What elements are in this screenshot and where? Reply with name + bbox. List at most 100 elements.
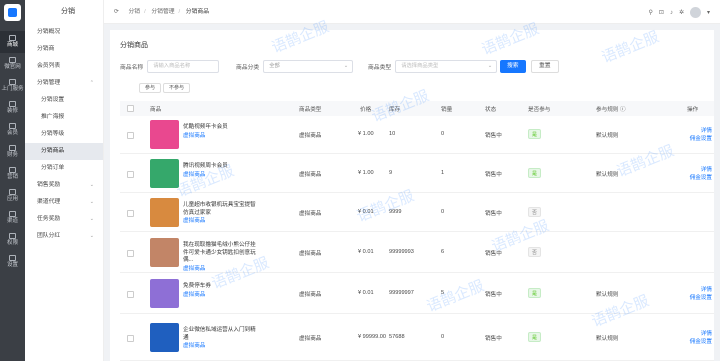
sidebar-item[interactable]: 分销商 — [25, 41, 103, 58]
product-type: 虚拟商品 — [299, 292, 322, 298]
sidebar-item[interactable]: 分销管理 ⌃ — [25, 75, 103, 92]
sidebar-item-label: 会员列表 — [37, 63, 61, 69]
detail-link[interactable]: 详情 — [667, 330, 712, 338]
permission-icon — [9, 233, 16, 240]
sidebar-item[interactable]: 会员列表 — [25, 58, 103, 75]
row-checkbox[interactable] — [127, 335, 134, 342]
row-checkbox[interactable] — [127, 291, 134, 298]
lock-icon[interactable]: ⊡ — [659, 9, 664, 16]
sidebar-item[interactable]: 分销商品 — [25, 143, 103, 160]
category-select[interactable]: 全部 ⌄ — [263, 60, 354, 73]
participation-rule: 默认规则 — [596, 292, 619, 298]
sidebar-item[interactable]: 分销等级 — [25, 126, 103, 143]
detail-link[interactable]: 详情 — [667, 166, 712, 174]
bell-icon[interactable]: ♪ — [670, 10, 673, 16]
participation-rule: 默认规则 — [596, 133, 619, 139]
rail-item-label: 营销 — [6, 174, 18, 181]
product-price: ¥ 0.01 — [358, 249, 374, 255]
table-row: 腾讯视频周卡会员 虚拟商品 虚拟商品 ¥ 1.00 9 1 销售中是默认规则 详情 佣金设置 — [120, 154, 714, 193]
commission-settings-link[interactable]: 佣金设置 — [667, 174, 712, 182]
tab-participating[interactable]: 参与 — [139, 83, 162, 93]
reset-button[interactable]: 重置 — [531, 60, 559, 73]
chevron-down-icon: ⌄ — [89, 233, 94, 239]
shop-icon — [9, 35, 16, 42]
avatar[interactable] — [689, 7, 701, 18]
rail-item[interactable]: 商城 — [0, 31, 25, 53]
commission-settings-link[interactable]: 佣金设置 — [667, 294, 712, 302]
sidebar-item-label: 分销商 — [37, 46, 55, 52]
product-sales: 5 — [441, 290, 445, 296]
sidebar-item-label: 分销概况 — [37, 29, 61, 35]
participation-badge: 是 — [528, 168, 541, 178]
rail-item-label: 设置 — [6, 262, 18, 269]
product-price: ¥ 0.01 — [358, 290, 374, 296]
name-input[interactable]: 请输入商品名称 — [147, 60, 220, 73]
row-checkbox[interactable] — [127, 210, 134, 217]
sidebar-item[interactable]: 分销设置 — [25, 92, 103, 109]
product-thumbnail — [150, 238, 179, 267]
product-name[interactable]: 企业微信私域运营从入门到精通 — [183, 327, 256, 341]
sidebar-item[interactable]: 分销订单 — [25, 160, 103, 177]
breadcrumb-item[interactable]: 分销 — [128, 9, 140, 15]
detail-link[interactable]: 详情 — [667, 127, 712, 135]
chevron-down-icon: ⌄ — [89, 216, 94, 222]
row-checkbox[interactable] — [127, 171, 134, 178]
type-select[interactable]: 请选择商品类型 ⌄ — [395, 60, 498, 73]
col-header: 销量 — [441, 107, 453, 113]
row-checkbox[interactable] — [127, 132, 134, 139]
participation-badge: 是 — [528, 129, 541, 139]
settings-icon[interactable]: ✲ — [679, 9, 684, 16]
participation-badge: 否 — [528, 247, 541, 257]
breadcrumb: ⟳ 分销 / 分销管理 / 分销商品 — [114, 9, 209, 15]
rail-item[interactable]: 应用 — [0, 185, 25, 207]
select-all-checkbox[interactable] — [127, 105, 134, 112]
refresh-icon[interactable]: ⟳ — [114, 9, 119, 15]
product-price: ¥ 1.00 — [358, 131, 374, 137]
chevron-down-icon[interactable]: ▾ — [707, 9, 710, 16]
breadcrumb-item[interactable]: 分销管理 — [151, 9, 174, 15]
rail-item[interactable]: 微官网 — [0, 53, 25, 75]
sidebar-item-label: 任务奖励 — [37, 216, 61, 222]
rail-item[interactable]: 营销 — [0, 163, 25, 185]
product-status: 销售中 — [485, 172, 502, 178]
sidebar-item-label: 分销商品 — [41, 148, 65, 154]
info-icon[interactable]: ⓘ — [620, 107, 626, 113]
detail-link[interactable]: 详情 — [667, 286, 712, 294]
row-actions: 详情 佣金设置 — [667, 330, 712, 346]
row-actions: 详情 佣金设置 — [667, 166, 712, 182]
sidebar-item[interactable]: 推广海报 — [25, 109, 103, 126]
rail-item[interactable]: 设置 — [0, 251, 25, 273]
tab-not-participating[interactable]: 不参与 — [163, 83, 191, 93]
sidebar-item-label: 销售奖励 — [37, 182, 61, 188]
product-info: 儿童超市收银机玩具宝宝提智仿真过家家 虚拟商品 — [183, 202, 256, 226]
rail-item[interactable]: 上门服务 — [0, 75, 25, 97]
rail-item[interactable]: 渠道 — [0, 207, 25, 229]
sidebar-item[interactable]: 渠道代理 ⌄ — [25, 194, 103, 211]
commission-settings-link[interactable]: 佣金设置 — [667, 338, 712, 346]
sidebar-item[interactable]: 团队分红 ⌄ — [25, 228, 103, 245]
product-variant-tag: 虚拟商品 — [183, 171, 206, 178]
sidebar: 分销 分销概况 分销商 会员列表 分销管理 ⌃ 分销设置 推广海报 分销等级 分销商品 分销订单销… — [25, 0, 104, 361]
sidebar-item[interactable]: 任务奖励 ⌄ — [25, 211, 103, 228]
sidebar-item-label: 分销管理 — [37, 80, 61, 86]
row-checkbox[interactable] — [127, 250, 134, 257]
product-status: 销售中 — [485, 292, 502, 298]
product-name[interactable]: 腾讯视频周卡会员 — [183, 163, 228, 169]
product-status: 销售中 — [485, 133, 502, 139]
commission-settings-link[interactable]: 佣金设置 — [667, 135, 712, 143]
rail-item[interactable]: 权限 — [0, 229, 25, 251]
product-type: 虚拟商品 — [299, 133, 322, 139]
rail-item[interactable]: 财务 — [0, 141, 25, 163]
rail-item[interactable]: 会员 — [0, 119, 25, 141]
product-info: 优酷视频年卡会员 虚拟商品 — [183, 124, 256, 140]
product-status: 销售中 — [485, 211, 502, 217]
help-icon[interactable]: ⚲ — [649, 9, 653, 16]
search-button[interactable]: 搜索 — [500, 60, 526, 73]
rail-item[interactable]: 装修 — [0, 97, 25, 119]
sidebar-item[interactable]: 销售奖励 ⌄ — [25, 177, 103, 194]
product-name[interactable]: 免费停车券 — [183, 283, 211, 289]
product-name[interactable]: 儿童超市收银机玩具宝宝提智仿真过家家 — [183, 202, 256, 216]
sidebar-item[interactable]: 分销概况 — [25, 24, 103, 41]
product-name[interactable]: 我在现取撸猫毛绒小熊公仔挂件可爱卡通少女钥匙扣创意玩偶... — [183, 242, 256, 263]
product-name[interactable]: 优酷视频年卡会员 — [183, 124, 228, 130]
